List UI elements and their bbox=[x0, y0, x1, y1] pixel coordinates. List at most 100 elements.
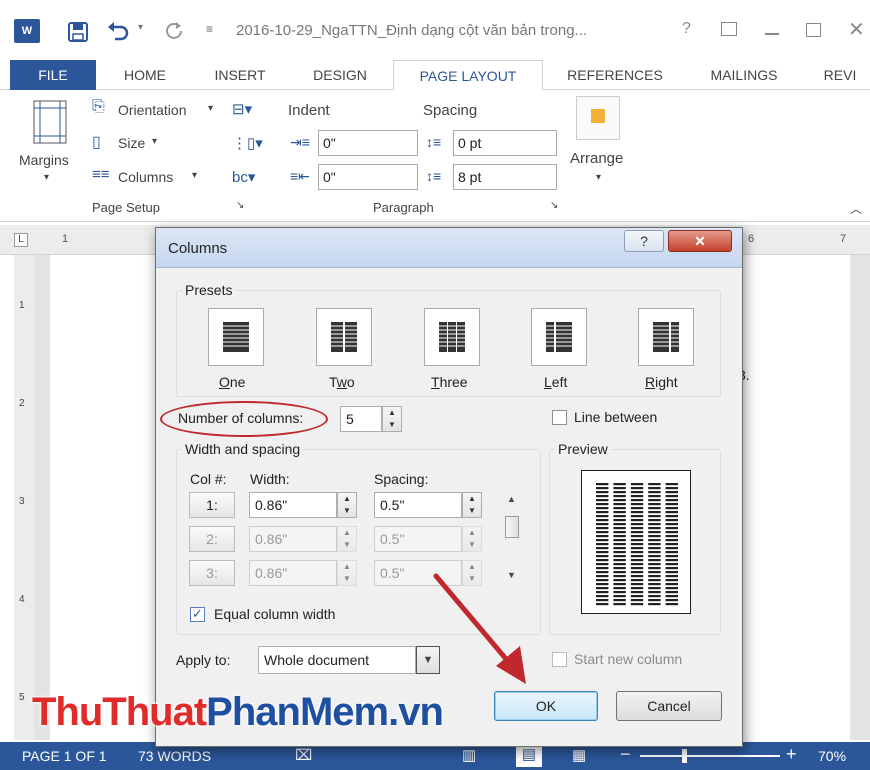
spacing-input[interactable]: 0.5" bbox=[374, 492, 462, 518]
scroll-thumb[interactable] bbox=[505, 516, 519, 538]
cancel-button[interactable]: Cancel bbox=[616, 691, 722, 721]
preview-line bbox=[630, 543, 644, 546]
indent-label: Indent bbox=[288, 102, 330, 119]
zoom-in-icon[interactable]: + bbox=[786, 744, 797, 765]
undo-dropdown-icon[interactable]: ▾ bbox=[138, 22, 143, 33]
tab-references[interactable]: REFERENCES bbox=[558, 60, 672, 90]
orientation-dropdown-icon[interactable]: ▾ bbox=[208, 103, 213, 114]
tab-file[interactable]: FILE bbox=[10, 60, 96, 90]
maximize-icon[interactable] bbox=[806, 23, 821, 37]
preset-two[interactable] bbox=[316, 308, 372, 366]
preview-line bbox=[630, 503, 644, 506]
group-paragraph: Paragraph bbox=[373, 200, 434, 215]
spacing-after-input[interactable]: 8 pt bbox=[453, 164, 557, 190]
minimize-icon[interactable] bbox=[765, 33, 779, 35]
page-setup-launcher-icon[interactable]: ↘ bbox=[236, 200, 244, 211]
hyphenation-icon[interactable]: bc▾ bbox=[232, 168, 255, 186]
equal-column-width-checkbox[interactable]: ✓ bbox=[190, 607, 205, 622]
col-header: Col #: bbox=[190, 471, 227, 487]
print-layout-icon[interactable]: ▤ bbox=[516, 745, 542, 767]
indent-right-input[interactable]: 0" bbox=[318, 164, 418, 190]
preset-one[interactable] bbox=[208, 308, 264, 366]
dialog-help-button[interactable]: ? bbox=[624, 230, 664, 252]
equal-column-width-label[interactable]: Equal column width bbox=[214, 606, 335, 622]
site-watermark: ThuThuatPhanMem.vn bbox=[32, 690, 444, 735]
zoom-level[interactable]: 70% bbox=[818, 748, 846, 764]
line-between-label[interactable]: Line between bbox=[574, 409, 657, 425]
line-between-checkbox[interactable] bbox=[552, 410, 567, 425]
spacing-before-input[interactable]: 0 pt bbox=[453, 130, 557, 156]
scroll-up-icon[interactable]: ▲ bbox=[507, 494, 516, 504]
ribbon-display-options-icon[interactable] bbox=[721, 22, 737, 36]
page-count[interactable]: PAGE 1 OF 1 bbox=[22, 748, 107, 764]
preset-three-label[interactable]: Three bbox=[431, 374, 468, 390]
margins-dropdown-icon[interactable]: ▾ bbox=[44, 172, 49, 183]
preview-line bbox=[613, 547, 626, 550]
preview-line bbox=[648, 559, 661, 562]
margins-button[interactable]: Margins bbox=[19, 152, 69, 168]
vertical-ruler[interactable]: 1 2 3 4 5 bbox=[14, 255, 34, 740]
dialog-title-bar[interactable]: Columns ? ✕ bbox=[156, 228, 742, 268]
tab-page-layout[interactable]: PAGE LAYOUT bbox=[393, 60, 543, 91]
preview-line bbox=[613, 551, 626, 554]
word-icon[interactable]: W bbox=[14, 19, 40, 43]
preview-line bbox=[665, 571, 678, 574]
width-input[interactable]: 0.86" bbox=[249, 492, 337, 518]
columns-button[interactable]: Columns bbox=[118, 169, 173, 185]
redo-icon[interactable] bbox=[165, 21, 185, 41]
width-spinner[interactable]: ▲ ▼ bbox=[337, 492, 357, 518]
spacing-spinner[interactable]: ▲ ▼ bbox=[462, 492, 482, 518]
apply-to-select[interactable]: Whole document bbox=[258, 646, 416, 674]
preset-three[interactable] bbox=[424, 308, 480, 366]
dialog-close-button[interactable]: ✕ bbox=[668, 230, 732, 252]
tab-review[interactable]: REVI bbox=[815, 60, 865, 90]
preview-line bbox=[596, 495, 609, 498]
read-mode-icon[interactable]: ▥ bbox=[462, 746, 476, 764]
preset-right-label[interactable]: Right bbox=[645, 374, 678, 390]
tab-insert[interactable]: INSERT bbox=[200, 60, 280, 90]
web-layout-icon[interactable]: ▦ bbox=[572, 746, 586, 764]
annotation-arrow bbox=[433, 573, 526, 684]
save-icon[interactable] bbox=[68, 22, 88, 42]
ok-button[interactable]: OK bbox=[494, 691, 598, 721]
preview-line bbox=[596, 515, 609, 518]
word-count[interactable]: 73 WORDS bbox=[138, 748, 211, 764]
arrange-dropdown-icon[interactable]: ▾ bbox=[596, 172, 601, 183]
help-icon[interactable]: ? bbox=[682, 20, 691, 38]
size-button[interactable]: Size bbox=[118, 135, 145, 151]
close-icon[interactable]: ✕ bbox=[848, 17, 865, 42]
watermark-part1: ThuThuat bbox=[32, 690, 207, 734]
preview-line bbox=[630, 531, 644, 534]
number-of-columns-input[interactable]: 5 bbox=[340, 406, 382, 432]
preset-one-label[interactable]: One bbox=[219, 374, 245, 390]
zoom-out-icon[interactable]: − bbox=[620, 744, 631, 765]
preset-left[interactable] bbox=[531, 308, 587, 366]
size-dropdown-icon[interactable]: ▾ bbox=[152, 136, 157, 147]
columns-dropdown-icon[interactable]: ▾ bbox=[192, 170, 197, 181]
indent-left-input[interactable]: 0" bbox=[318, 130, 418, 156]
arrange-button[interactable]: Arrange bbox=[570, 150, 623, 167]
collapse-ribbon-icon[interactable]: ︿ bbox=[850, 200, 862, 217]
undo-icon[interactable] bbox=[106, 21, 130, 41]
tab-design[interactable]: DESIGN bbox=[300, 60, 380, 90]
preview-line bbox=[630, 547, 644, 550]
customize-qat-icon[interactable]: ≡ bbox=[206, 22, 213, 36]
paragraph-launcher-icon[interactable]: ↘ bbox=[550, 200, 558, 211]
line-numbers-icon[interactable]: ⋮▯▾ bbox=[232, 134, 263, 152]
tab-selector-icon[interactable]: L bbox=[14, 233, 28, 247]
preset-right[interactable] bbox=[638, 308, 694, 366]
preset-left-label[interactable]: Left bbox=[544, 374, 567, 390]
preview-line bbox=[665, 547, 678, 550]
preview-line bbox=[596, 503, 609, 506]
zoom-slider[interactable] bbox=[640, 755, 780, 757]
proofing-icon[interactable]: ⌧ bbox=[295, 746, 312, 764]
tab-home[interactable]: HOME bbox=[105, 60, 185, 90]
orientation-button[interactable]: Orientation bbox=[118, 102, 186, 118]
preview-line bbox=[648, 575, 661, 578]
number-of-columns-spinner[interactable]: ▲ ▼ bbox=[382, 406, 402, 432]
breaks-icon[interactable]: ⊟▾ bbox=[232, 100, 252, 118]
zoom-slider-thumb[interactable] bbox=[682, 749, 687, 763]
arrange-icon bbox=[576, 96, 620, 140]
tab-mailings[interactable]: MAILINGS bbox=[695, 60, 793, 90]
preset-two-label[interactable]: Two bbox=[329, 374, 355, 390]
